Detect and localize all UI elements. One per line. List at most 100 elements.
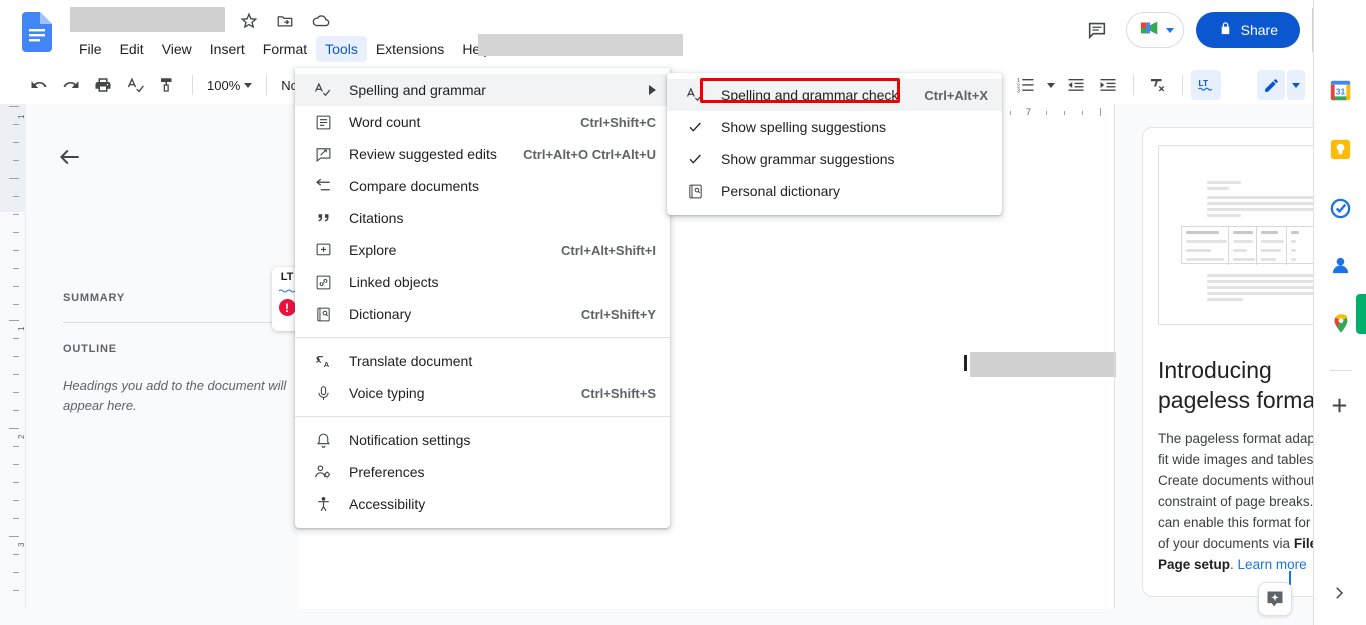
preview-body: The pageless format adapts to fit wide i… — [1158, 428, 1327, 575]
submenu-item-show-grammar-suggestions[interactable]: Show grammar suggestions — [667, 143, 1002, 175]
editing-mode-button[interactable] — [1257, 70, 1285, 100]
menu-edit[interactable]: Edit — [111, 36, 153, 62]
dictionary-icon — [313, 304, 333, 324]
print-icon[interactable] — [88, 70, 118, 100]
move-to-folder-icon[interactable] — [274, 10, 296, 32]
toolbar-divider — [1133, 75, 1134, 95]
menu-shortcut: Ctrl+Shift+C — [580, 114, 656, 130]
menu-shortcut: Ctrl+Shift+Y — [580, 306, 656, 322]
title-action-icons — [238, 10, 332, 32]
top-bar: File Edit View Insert Format Tools Exten… — [0, 0, 1366, 66]
google-meet-icon — [1137, 18, 1163, 43]
comment-history-icon[interactable] — [1080, 13, 1114, 47]
menu-item-preferences[interactable]: Preferences — [295, 456, 670, 488]
google-meet-button[interactable] — [1125, 12, 1184, 48]
google-maps-icon[interactable] — [1328, 311, 1353, 336]
add-ons-plus-icon[interactable] — [1328, 394, 1353, 419]
menu-item-compare-documents[interactable]: Compare documents — [295, 170, 670, 202]
redo-icon[interactable] — [56, 70, 86, 100]
submenu-label: Personal dictionary — [721, 183, 841, 199]
submenu-item-show-spelling-suggestions[interactable]: Show spelling suggestions — [667, 111, 1002, 143]
preview-body-link[interactable]: Learn more — [1238, 557, 1307, 572]
zoom-control[interactable]: 100% — [201, 74, 258, 97]
decrease-indent-icon[interactable] — [1061, 70, 1091, 100]
compare-docs-icon — [313, 176, 333, 196]
svg-text:LT: LT — [1199, 78, 1209, 88]
google-contacts-icon[interactable] — [1328, 253, 1353, 278]
menu-extensions[interactable]: Extensions — [367, 36, 453, 62]
share-button[interactable]: Share — [1195, 12, 1300, 48]
toolbar-divider — [192, 75, 193, 95]
google-calendar-icon[interactable]: 31 — [1328, 78, 1353, 103]
chevron-down-icon — [244, 82, 253, 88]
citations-icon — [313, 208, 333, 228]
hruler-label: 7 — [1026, 107, 1032, 117]
google-keep-icon[interactable] — [1328, 137, 1353, 162]
submenu-label: Show grammar suggestions — [721, 151, 895, 167]
vertical-ruler[interactable]: 1 1 2 3 — [0, 104, 26, 609]
zoom-value: 100% — [207, 77, 241, 93]
increase-indent-icon[interactable] — [1093, 70, 1123, 100]
menu-item-word-count[interactable]: Word count Ctrl+Shift+C — [295, 106, 670, 138]
undo-icon[interactable] — [24, 70, 54, 100]
menu-label: Compare documents — [349, 178, 479, 194]
expand-panel-chevron-right-icon[interactable] — [1330, 584, 1350, 604]
menu-label: Review suggested edits — [349, 146, 497, 162]
preview-column: Introducing pageless format The pageless… — [1116, 104, 1327, 609]
menu-label: Citations — [349, 210, 404, 226]
document-title-input[interactable] — [70, 7, 225, 32]
menu-item-citations[interactable]: Citations — [295, 202, 670, 234]
menu-file[interactable]: File — [70, 36, 111, 62]
menu-divider — [295, 416, 670, 417]
svg-text:31: 31 — [1336, 86, 1346, 96]
menu-label: Translate document — [349, 353, 473, 369]
numbered-list-caret[interactable] — [1043, 70, 1059, 100]
menu-format[interactable]: Format — [254, 36, 316, 62]
submenu-shortcut: Ctrl+Alt+X — [924, 87, 988, 103]
clear-formatting-icon[interactable] — [1142, 70, 1172, 100]
linked-objects-icon — [313, 272, 333, 292]
languagetool-icon[interactable]: LT — [1191, 70, 1221, 100]
docs-logo-icon[interactable] — [22, 12, 52, 52]
menubar-redacted-region — [478, 34, 683, 56]
summary-heading: SUMMARY — [63, 292, 126, 304]
document-preview-card[interactable]: Introducing pageless format The pageless… — [1142, 127, 1327, 597]
submenu-item-spelling-and-grammar-check[interactable]: Spelling and grammar check Ctrl+Alt+X — [667, 79, 1002, 111]
vruler-label: 3 — [16, 542, 26, 547]
numbered-list-icon[interactable]: 1 2 3 — [1011, 70, 1041, 100]
translate-icon: A — [313, 351, 333, 371]
submenu-arrow-icon — [649, 85, 656, 95]
tools-dropdown-menu: Spelling and grammar Word count Ctrl+Shi… — [295, 68, 670, 528]
menu-item-notification-settings[interactable]: Notification settings — [295, 424, 670, 456]
green-side-tab[interactable] — [1356, 294, 1366, 334]
submenu-label: Show spelling suggestions — [721, 119, 886, 135]
chevron-down-icon — [1292, 82, 1300, 88]
menu-item-spelling-and-grammar[interactable]: Spelling and grammar — [295, 74, 670, 106]
menu-item-accessibility[interactable]: Accessibility — [295, 488, 670, 520]
word-count-icon — [313, 112, 333, 132]
languagetool-error-badge[interactable]: ! — [278, 299, 296, 316]
menu-view[interactable]: View — [153, 36, 201, 62]
menu-insert[interactable]: Insert — [201, 36, 254, 62]
menu-item-explore[interactable]: Explore Ctrl+Alt+Shift+I — [295, 234, 670, 266]
menu-item-dictionary[interactable]: Dictionary Ctrl+Shift+Y — [295, 298, 670, 330]
preview-body-part1: The pageless format adapts to fit wide i… — [1158, 431, 1327, 551]
google-tasks-icon[interactable] — [1328, 196, 1353, 221]
menu-item-translate-document[interactable]: A Translate document — [295, 345, 670, 377]
document-thumbnail — [1158, 145, 1326, 325]
editing-mode-caret[interactable] — [1287, 70, 1305, 100]
spelling-and-grammar-submenu: Spelling and grammar check Ctrl+Alt+X Sh… — [667, 73, 1002, 215]
paint-format-icon[interactable] — [152, 70, 182, 100]
menu-shortcut: Ctrl+Shift+S — [580, 385, 656, 401]
submenu-item-personal-dictionary[interactable]: Personal dictionary — [667, 175, 1002, 207]
menu-tools[interactable]: Tools — [316, 36, 367, 62]
menu-item-linked-objects[interactable]: Linked objects — [295, 266, 670, 298]
cloud-saved-icon[interactable] — [310, 10, 332, 32]
menu-item-review-suggested-edits[interactable]: Review suggested edits Ctrl+Alt+O Ctrl+A… — [295, 138, 670, 170]
menu-item-voice-typing[interactable]: Voice typing Ctrl+Shift+S — [295, 377, 670, 409]
star-icon[interactable] — [238, 10, 260, 32]
vruler-label: 1 — [16, 114, 26, 119]
gemini-sparkle-icon[interactable] — [1258, 582, 1292, 616]
spell-check-icon[interactable] — [120, 70, 150, 100]
back-arrow-icon[interactable] — [57, 144, 85, 172]
